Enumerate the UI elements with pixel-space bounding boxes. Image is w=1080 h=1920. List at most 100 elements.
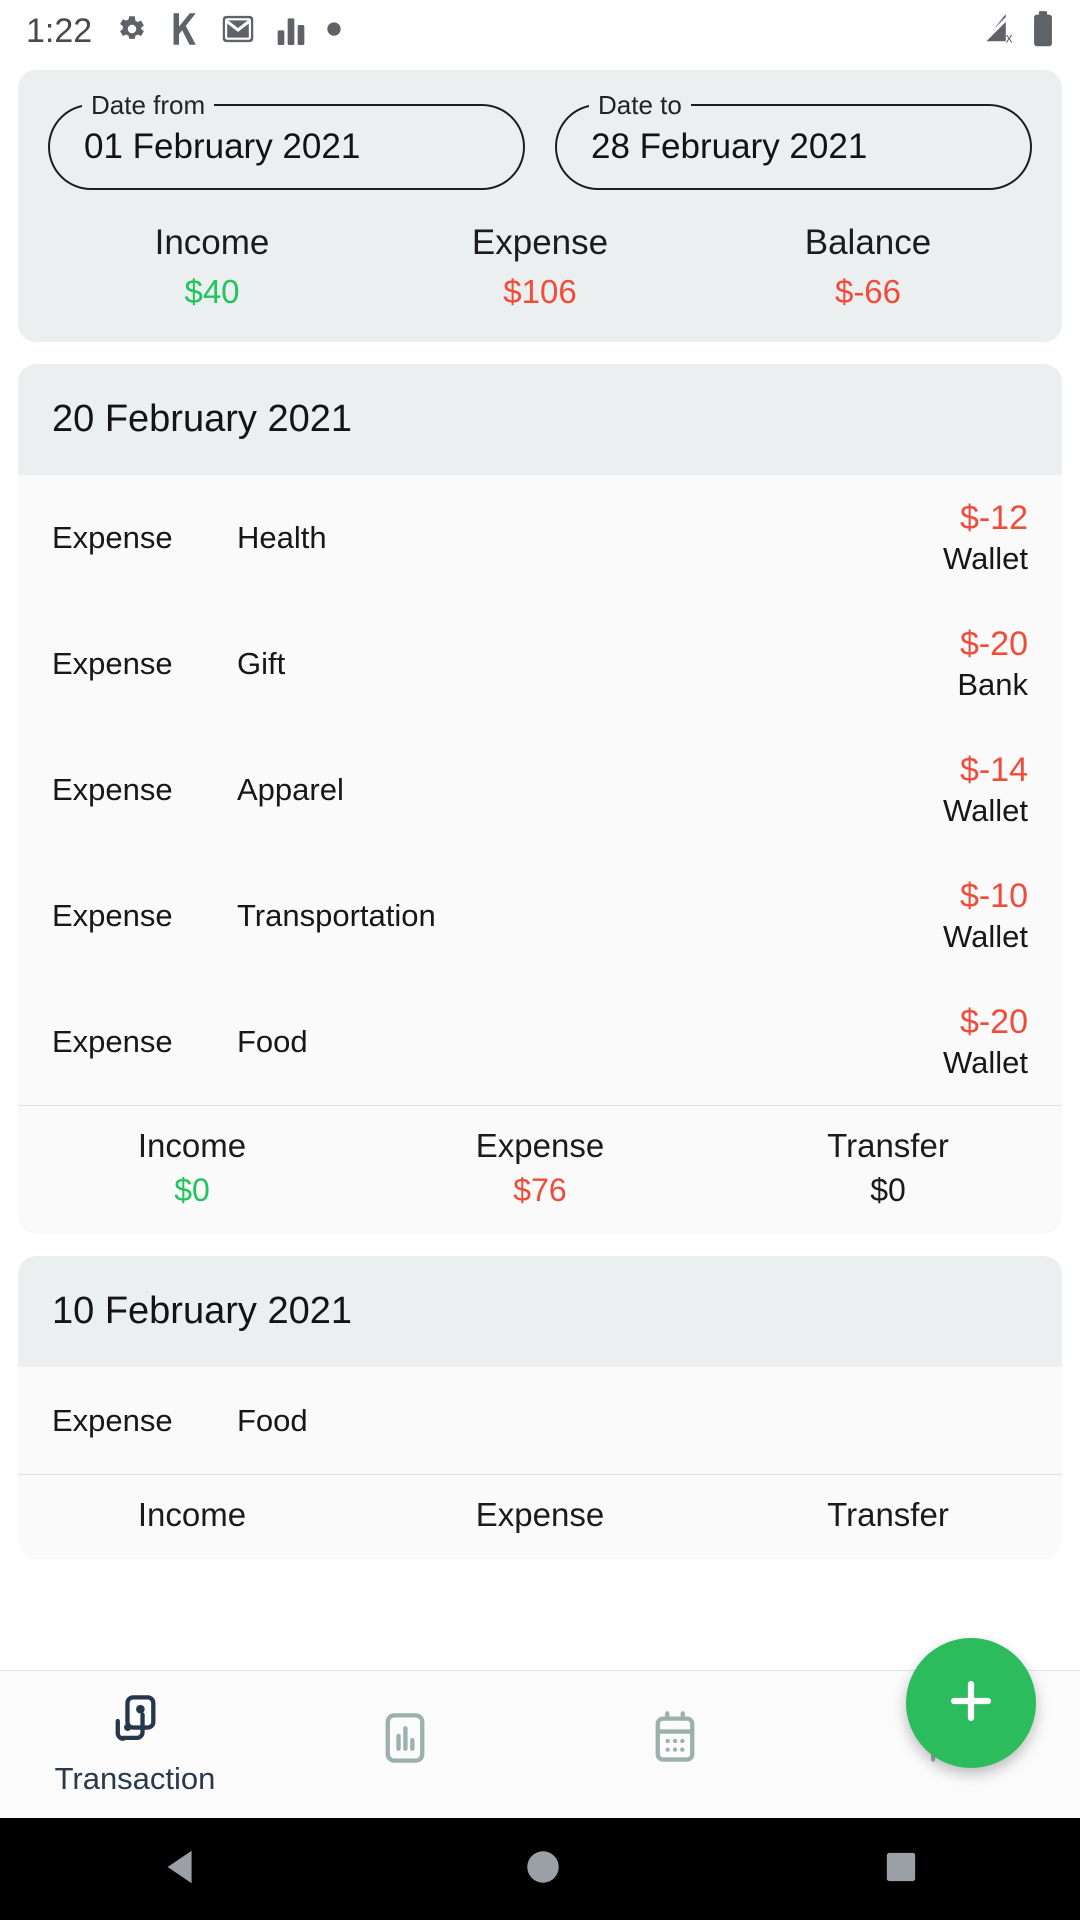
transaction-category: Transportation: [237, 898, 436, 933]
date-from-value: 01 February 2021: [84, 127, 361, 166]
group-footer-expense-label: Expense: [475, 1127, 605, 1164]
nav-item-statistics[interactable]: [270, 1710, 540, 1779]
group-date-header: 10 February 2021: [18, 1256, 1062, 1367]
period-total-balance-label: Balance: [804, 223, 932, 262]
date-to-field[interactable]: Date to 28 February 2021: [555, 90, 1032, 190]
table-row[interactable]: Expense Apparel $-14 Wallet: [18, 727, 1062, 853]
transaction-account: Wallet: [943, 919, 1028, 954]
group-footer-transfer-label: Transfer: [827, 1496, 949, 1533]
table-row[interactable]: Expense Gift $-20 Bank: [18, 601, 1062, 727]
group-footer-expense: Expense: [366, 1493, 714, 1537]
group-footer-income-value: $0: [174, 1172, 210, 1208]
transaction-category: Apparel: [237, 772, 344, 807]
dot-icon: [326, 21, 342, 42]
date-from-field[interactable]: Date from 01 February 2021: [48, 90, 525, 190]
table-row[interactable]: Expense Transportation $-10 Wallet: [18, 853, 1062, 979]
transaction-type: Expense: [52, 1402, 173, 1438]
transaction-amount: $-20: [959, 1003, 1028, 1041]
gmail-icon: [220, 12, 256, 51]
transaction-category: Food: [237, 1024, 308, 1059]
status-bar: 1:22 x: [0, 0, 1080, 62]
date-to-value: 28 February 2021: [591, 127, 868, 166]
group-footer: Income Expense Transfer: [18, 1474, 1062, 1559]
svg-text:x: x: [1006, 30, 1013, 45]
transaction-list: Expense Food: [18, 1367, 1062, 1474]
transaction-category: Food: [237, 1402, 308, 1438]
table-row[interactable]: Expense Food $-20 Wallet: [18, 979, 1062, 1105]
table-row[interactable]: Expense Food: [18, 1367, 1062, 1474]
transaction-type: Expense: [52, 898, 173, 933]
group-footer-income-label: Income: [137, 1127, 247, 1164]
home-circle-icon[interactable]: [522, 1846, 564, 1893]
group-date-header: 20 February 2021: [18, 364, 1062, 475]
status-system-icons: x: [980, 10, 1054, 52]
nav-item-transaction-label: Transaction: [54, 1761, 216, 1796]
back-triangle-icon[interactable]: [159, 1844, 205, 1895]
period-total-expense-value: $106: [503, 273, 577, 310]
period-total-expense-label: Expense: [471, 223, 609, 262]
group-footer: Income $0 Expense $76 Transfer $0: [18, 1105, 1062, 1234]
group-footer-transfer: Transfer $0: [714, 1124, 1062, 1212]
transaction-account: Wallet: [943, 1045, 1028, 1080]
plus-icon: [942, 1672, 1000, 1735]
table-row[interactable]: Expense Health $-12 Wallet: [18, 475, 1062, 601]
calendar-icon: [649, 1710, 701, 1771]
period-total-income: Income $40: [48, 220, 376, 316]
nav-item-transaction[interactable]: Transaction: [0, 1692, 270, 1797]
recents-square-icon[interactable]: [881, 1847, 921, 1892]
transaction-amount: $-12: [959, 499, 1028, 537]
group-footer-expense-label: Expense: [475, 1496, 605, 1533]
statistics-icon: [379, 1710, 431, 1771]
transaction-amount: $-20: [959, 625, 1028, 663]
transaction-amount: $-10: [959, 877, 1028, 915]
group-footer-transfer: Transfer: [714, 1493, 1062, 1537]
transaction-type: Expense: [52, 646, 173, 681]
period-total-balance: Balance $-66: [704, 220, 1032, 316]
app-root: 1:22 x Date from 01 February 2021 Date t…: [0, 0, 1080, 1920]
date-from-label: Date from: [82, 90, 215, 120]
period-total-income-value: $40: [184, 273, 240, 310]
android-system-navigation: [0, 1818, 1080, 1920]
transaction-account: Wallet: [943, 541, 1028, 576]
group-footer-transfer-label: Transfer: [827, 1127, 949, 1164]
group-footer-income: Income: [18, 1493, 366, 1537]
group-footer-transfer-value: $0: [870, 1172, 906, 1208]
transaction-right: $-10 Wallet: [868, 875, 1028, 957]
transaction-category: Gift: [237, 646, 286, 681]
scroll-content[interactable]: Date from 01 February 2021 Date to 28 Fe…: [0, 62, 1080, 1670]
group-footer-income-label: Income: [137, 1496, 247, 1533]
group-footer-expense-value: $76: [513, 1172, 567, 1208]
group-footer-expense: Expense $76: [366, 1124, 714, 1212]
transaction-icon: [107, 1692, 163, 1753]
transaction-right: $-20 Wallet: [868, 1001, 1028, 1083]
nav-item-calendar[interactable]: [540, 1710, 810, 1779]
transaction-list: Expense Health $-12 Wallet Expense Gift …: [18, 475, 1062, 1105]
signal-off-icon: x: [980, 12, 1018, 51]
group-footer-income: Income $0: [18, 1124, 366, 1212]
transaction-amount: $-14: [959, 751, 1028, 789]
period-total-income-label: Income: [154, 223, 270, 262]
transaction-right: $-20 Bank: [868, 623, 1028, 705]
transaction-type: Expense: [52, 1024, 173, 1059]
date-range-row: Date from 01 February 2021 Date to 28 Fe…: [48, 90, 1032, 190]
period-total-balance-value: $-66: [834, 273, 902, 310]
period-totals-row: Income $40 Expense $106 Balance $-66: [48, 220, 1032, 316]
status-notification-icons: [114, 12, 342, 51]
transaction-group: 20 February 2021 Expense Health $-12 Wal…: [18, 364, 1062, 1234]
transaction-right: $-12 Wallet: [868, 497, 1028, 579]
gear-icon: [114, 12, 148, 51]
date-filter-card: Date from 01 February 2021 Date to 28 Fe…: [18, 70, 1062, 342]
transaction-type: Expense: [52, 520, 173, 555]
bar-chart-icon: [276, 13, 306, 50]
transaction-group: 10 February 2021 Expense Food Income Exp…: [18, 1256, 1062, 1559]
transaction-type: Expense: [52, 772, 173, 807]
transaction-right: $-14 Wallet: [868, 749, 1028, 831]
period-total-expense: Expense $106: [376, 220, 704, 316]
date-to-label: Date to: [589, 90, 691, 120]
transaction-category: Health: [237, 520, 327, 555]
k-app-icon: [168, 12, 200, 51]
battery-icon: [1032, 10, 1054, 52]
status-clock: 1:22: [26, 11, 93, 50]
transaction-account: Wallet: [943, 793, 1028, 828]
add-transaction-fab[interactable]: [906, 1638, 1036, 1768]
